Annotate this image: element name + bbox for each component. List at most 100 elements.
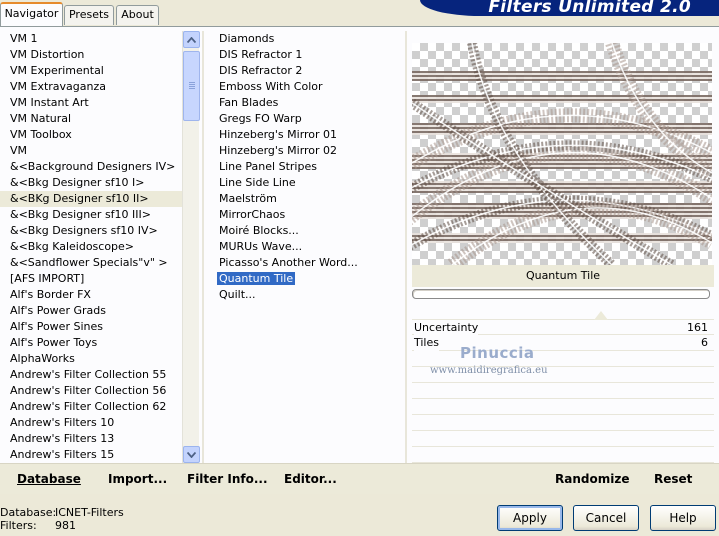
selected-filter-name: Quantum Tile [412,265,714,287]
help-button[interactable]: Help [650,505,716,531]
status-info: Database:ICNET-Filters Filters: 981 [0,506,124,532]
status-filters-value: 981 [55,519,76,532]
category-item[interactable]: Andrew's Filter Collection 56 [0,383,182,399]
filter-item-label: Gregs FO Warp [219,112,302,125]
filter-item[interactable]: MURUs Wave... [207,239,403,255]
watermark-url: www.maidiregrafica.eu [430,365,548,376]
category-item[interactable]: &<Bkg Designer sf10 III> [0,207,182,223]
filter-item[interactable]: Picasso's Another Word... [207,255,403,271]
filter-item-label: Line Side Line [219,176,296,189]
category-item[interactable]: &<Bkg Kaleidoscope> [0,239,182,255]
filter-item-label: Hinzeberg's Mirror 01 [219,128,338,141]
category-scrollbar[interactable] [182,31,200,463]
category-item[interactable]: [AFS IMPORT] [0,271,182,287]
category-item[interactable]: &<Sandflower Specials"v" > [0,255,182,271]
app-title: Filters Unlimited 2.0 [488,0,691,17]
parameter-list: Uncertainty 161 Tiles 6 [412,311,714,463]
category-item[interactable]: Andrew's Filters 10 [0,415,182,431]
title-banner: Filters Unlimited 2.0 [420,0,719,17]
chevron-up-icon [187,36,196,43]
tab-presets[interactable]: Presets [64,5,114,25]
param-row-uncertainty[interactable]: Uncertainty 161 [412,311,714,336]
preview-image [412,43,712,265]
randomize-button[interactable]: Randomize [555,472,629,486]
param-label: Uncertainty [414,320,479,336]
filter-item[interactable]: Line Side Line [207,175,403,191]
filter-info-button[interactable]: Filter Info... [187,472,268,486]
filter-item[interactable]: Gregs FO Warp [207,111,403,127]
param-row-tiles[interactable]: Tiles 6 [412,335,714,351]
status-database-value: ICNET-Filters [55,506,124,519]
category-item[interactable]: Alf's Power Grads [0,303,182,319]
category-item[interactable]: VM Instant Art [0,95,182,111]
category-item[interactable]: VM Toolbox [0,127,182,143]
navigator-panel: VM 1 VM Distortion VM Experimental VM Extra… [0,26,719,494]
filter-item-label: Maelström [219,192,277,205]
category-item[interactable]: Alf's Power Sines [0,319,182,335]
category-item[interactable]: Alf's Border FX [0,287,182,303]
category-item[interactable]: VM Experimental [0,63,182,79]
filter-item-label: Fan Blades [219,96,279,109]
category-item[interactable]: &<Bkg Designer sf10 I> [0,175,182,191]
category-item[interactable]: Alf's Power Toys [0,335,182,351]
progress-bar [412,289,710,299]
filter-item[interactable]: Moiré Blocks... [207,223,403,239]
tab-about[interactable]: About [116,5,159,25]
editor-button[interactable]: Editor... [284,472,337,486]
panel-toolbar: Database Import... Filter Info... Editor… [0,463,719,494]
filter-item[interactable]: Maelström [207,191,403,207]
param-label: Tiles [414,335,439,351]
watermark-name: Pinuccia [460,344,535,362]
category-item[interactable]: Andrew's Filter Collection 62 [0,399,182,415]
filter-item-label: DIS Refractor 2 [219,64,303,77]
slider-marker [594,311,608,320]
filter-list[interactable]: Diamonds DIS Refractor 1 DIS Refractor 2 Em… [207,31,403,463]
filter-item-label: MirrorChaos [219,208,286,221]
filter-item[interactable]: Line Panel Stripes [207,159,403,175]
filter-item[interactable]: DIS Refractor 2 [207,63,403,79]
chevron-down-icon [187,451,196,458]
filter-item-label: Hinzeberg's Mirror 02 [219,144,338,157]
filter-item-label: Diamonds [219,32,275,45]
database-button[interactable]: Database [17,472,81,486]
tab-navigator[interactable]: Navigator [0,2,63,26]
filter-item-label: Emboss With Color [219,80,323,93]
filter-item[interactable]: Diamonds [207,31,403,47]
category-list[interactable]: VM 1 VM Distortion VM Experimental VM Extra… [0,31,182,463]
category-item[interactable]: &<Bkg Designers sf10 IV> [0,223,182,239]
filter-item[interactable]: Quantum Tile [207,271,403,287]
cancel-button[interactable]: Cancel [573,505,639,531]
category-item[interactable]: VM [0,143,182,159]
filter-item[interactable]: Hinzeberg's Mirror 01 [207,127,403,143]
category-item[interactable]: Andrew's Filters 15 [0,447,182,463]
category-item[interactable]: VM Natural [0,111,182,127]
scroll-thumb[interactable] [183,51,200,121]
category-item[interactable]: &<Background Designers IV> [0,159,182,175]
scroll-up-button[interactable] [183,31,200,48]
filter-item[interactable]: Fan Blades [207,95,403,111]
filter-item-label: MURUs Wave... [219,240,303,253]
status-database-label: Database: [0,506,57,519]
scroll-down-button[interactable] [183,446,200,463]
filter-item[interactable]: DIS Refractor 1 [207,47,403,63]
filter-item[interactable]: MirrorChaos [207,207,403,223]
filter-item[interactable]: Emboss With Color [207,79,403,95]
filter-item[interactable]: Hinzeberg's Mirror 02 [207,143,403,159]
preview-canvas [412,43,712,265]
category-item[interactable]: VM Distortion [0,47,182,63]
import-button[interactable]: Import... [108,472,167,486]
tab-strip: Navigator Presets About [0,0,420,26]
category-item[interactable]: VM 1 [0,31,182,47]
status-filters-label: Filters: [0,519,37,532]
category-item[interactable]: Andrew's Filters 13 [0,431,182,447]
filter-item[interactable]: Quilt... [207,287,403,303]
category-item[interactable]: &<BKg Designer sf10 II> [0,191,182,207]
param-value: 6 [701,336,708,349]
category-item[interactable]: VM Extravaganza [0,79,182,95]
divider [405,31,407,463]
apply-button[interactable]: Apply [497,505,563,531]
category-item[interactable]: AlphaWorks [0,351,182,367]
category-item[interactable]: Andrew's Filter Collection 55 [0,367,182,383]
reset-button[interactable]: Reset [654,472,692,486]
param-value: 161 [687,321,708,334]
